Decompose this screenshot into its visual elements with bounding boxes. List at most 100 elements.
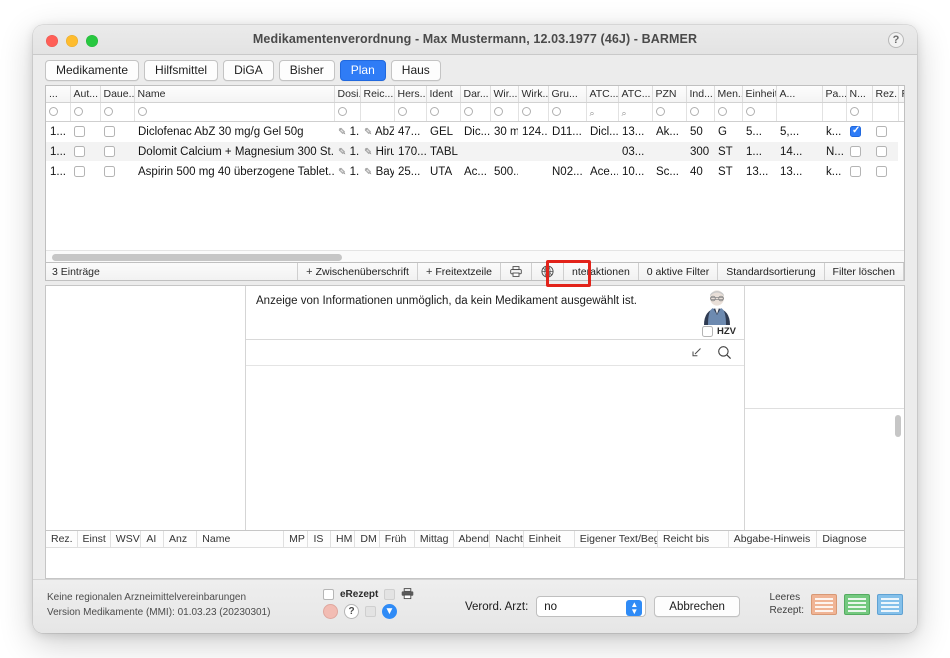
cell-n[interactable]: k...	[822, 162, 846, 182]
detail-column-header[interactable]: IS	[308, 531, 332, 547]
cell-generic[interactable]	[100, 122, 134, 142]
rabatt-checkbox[interactable]	[876, 165, 887, 177]
cell-pa[interactable]: 14...	[776, 141, 822, 162]
column-filter-cell[interactable]	[100, 102, 135, 122]
detail-column-header[interactable]: Abend	[454, 531, 491, 547]
column-filter-cell[interactable]	[872, 102, 899, 122]
aut-checkbox[interactable]	[74, 145, 85, 157]
cell-gru[interactable]	[518, 141, 548, 162]
detail-table-body[interactable]	[46, 548, 904, 577]
cell-menge[interactable]: 50	[686, 122, 714, 142]
dauer-checkbox[interactable]	[104, 145, 115, 157]
filter-circle-icon[interactable]	[655, 107, 665, 116]
rez-checkbox[interactable]	[850, 165, 861, 177]
column-header[interactable]: Wirk...	[518, 86, 549, 103]
column-filter-cell[interactable]	[46, 102, 71, 122]
tab-bisher[interactable]: Bisher	[278, 59, 335, 81]
cell-generic[interactable]	[846, 162, 872, 182]
printer-icon[interactable]	[401, 588, 414, 600]
cell-n[interactable]: N...	[822, 141, 846, 162]
cell-ind[interactable]: Ak...	[652, 122, 686, 142]
left-panel[interactable]	[46, 286, 246, 530]
detail-column-header[interactable]: Abgabe-Hinweis	[729, 531, 818, 547]
cell-ind[interactable]: Sc...	[652, 162, 686, 182]
tab-hilfsmittel[interactable]: Hilfsmittel	[144, 59, 219, 81]
footer-icons-row[interactable]: ? ▼	[323, 604, 414, 619]
filter-circle-icon[interactable]	[463, 107, 473, 116]
column-header[interactable]: Dar...	[460, 86, 491, 103]
cell-gru[interactable]: 124...	[518, 122, 548, 142]
column-filter-cell[interactable]	[70, 102, 101, 122]
column-filter-cell[interactable]	[426, 102, 461, 122]
cell-atc2[interactable]: Dicl...	[586, 122, 618, 142]
cell-generic[interactable]	[70, 162, 100, 182]
info-body[interactable]	[246, 366, 744, 530]
clear-filter-button[interactable]: Filter löschen	[825, 263, 904, 280]
cell-wirk[interactable]	[490, 141, 518, 162]
cell-einheit[interactable]: ST	[714, 141, 742, 162]
cell-n[interactable]: k...	[822, 122, 846, 142]
detail-column-header[interactable]: Diagnose	[817, 531, 904, 547]
chevron-updown-icon[interactable]: ▲ ▼	[626, 599, 643, 616]
rezept-orange-icon[interactable]	[811, 593, 837, 615]
right-panel[interactable]	[744, 286, 904, 530]
detail-column-header[interactable]: WSV	[111, 531, 142, 547]
cell-dosi[interactable]: ✎ 1... ✎	[334, 122, 360, 142]
column-header[interactable]: Aut...	[70, 86, 101, 103]
rezept-green-icon[interactable]	[844, 593, 870, 615]
hzv-checkbox[interactable]	[702, 326, 713, 337]
cell-ident[interactable]: 25...	[394, 162, 426, 182]
column-header[interactable]: A...	[776, 86, 823, 103]
tab-haus[interactable]: Haus	[390, 59, 441, 81]
column-filter-cell[interactable]	[898, 102, 904, 122]
cell-pa[interactable]: 13...	[776, 162, 822, 182]
rabatt-checkbox[interactable]	[876, 145, 887, 157]
cell-ind[interactable]	[652, 141, 686, 162]
column-header[interactable]: Ind...	[686, 86, 715, 103]
cell-atc1[interactable]: N02...	[548, 162, 586, 182]
prescription-detail-table[interactable]: Rez. Einst WSV AI Anz Name MP IS HM DM Früh Mittag A…	[45, 531, 905, 579]
cell-c0[interactable]: 1...	[46, 141, 70, 162]
cell-hers[interactable]: ✎ Bay...	[360, 162, 394, 182]
cell-hers[interactable]: ✎ Hiru...	[360, 141, 394, 162]
cell-hers[interactable]: ✎ AbZ...	[360, 122, 394, 142]
filter-circle-icon[interactable]	[521, 107, 531, 116]
cell-pzn[interactable]: 10...	[618, 162, 652, 182]
rez-checkbox[interactable]	[850, 145, 861, 157]
aut-checkbox[interactable]	[74, 165, 85, 177]
column-header[interactable]: ATC...	[586, 86, 619, 103]
interactions-button[interactable]: nteraktionen	[564, 263, 639, 280]
cell-gru[interactable]	[518, 162, 548, 182]
filter-circle-icon[interactable]	[429, 107, 439, 116]
column-filter-cell[interactable]	[134, 102, 335, 122]
tab-plan[interactable]: Plan	[339, 59, 386, 81]
column-filter-cell[interactable]	[334, 102, 361, 122]
column-filter-cell[interactable]	[652, 102, 687, 122]
cell-pa[interactable]: 5,...	[776, 122, 822, 142]
collapse-arrows-icon[interactable]	[689, 346, 703, 360]
cell-c0[interactable]: 1...	[46, 122, 70, 142]
column-header[interactable]: Dosi...	[334, 86, 361, 103]
cell-dar[interactable]: UTA	[426, 162, 460, 182]
filter-magnifier-icon[interactable]: ⌕	[590, 108, 595, 118]
cell-menge[interactable]: 300	[686, 141, 714, 162]
cancel-button[interactable]: Abbrechen	[654, 596, 740, 617]
column-filter-cell[interactable]: ⌕	[618, 102, 653, 122]
dauer-checkbox[interactable]	[104, 125, 115, 137]
table-row[interactable]: 1... Aspirin 500 mg 40 überzogene Tablet.…	[46, 162, 904, 182]
column-header[interactable]: PZN	[652, 86, 687, 103]
erezept-row[interactable]: eRezept	[323, 588, 414, 600]
cell-menge[interactable]: 40	[686, 162, 714, 182]
column-filter-cell[interactable]	[714, 102, 743, 122]
column-filter-cell[interactable]	[776, 102, 823, 122]
column-header[interactable]: N...	[846, 86, 873, 103]
column-filter-cell[interactable]	[742, 102, 777, 122]
column-header[interactable]: ...	[46, 86, 71, 103]
add-subheading-button[interactable]: + Zwischenüberschrift	[298, 263, 418, 280]
detail-column-header[interactable]: Reicht bis	[658, 531, 729, 547]
filter-circle-icon[interactable]	[397, 107, 407, 116]
cell-generic[interactable]	[846, 141, 872, 162]
column-filter-cell[interactable]	[360, 102, 395, 122]
column-filter-cell[interactable]	[822, 102, 847, 122]
column-filter-cell[interactable]	[846, 102, 873, 122]
